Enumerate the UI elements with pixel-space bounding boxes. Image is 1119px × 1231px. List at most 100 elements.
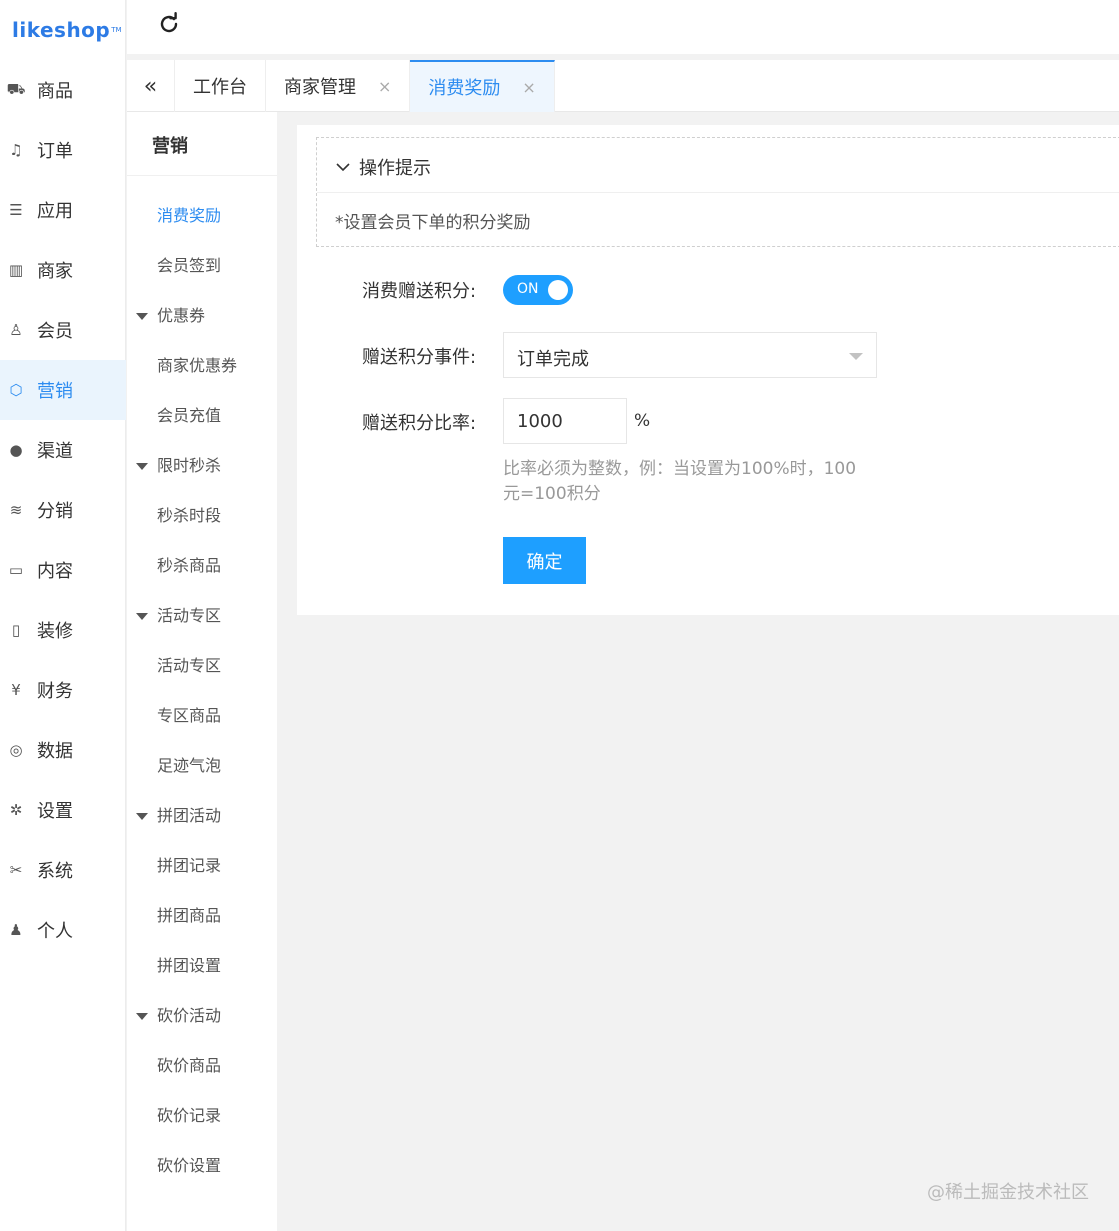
nav-item-14[interactable]: ♟ 个人 (0, 900, 126, 960)
tips-header[interactable]: 操作提示 (335, 154, 431, 180)
collapse-tabs-icon[interactable]: « (127, 60, 175, 112)
submenu-label: 活动专区 (157, 606, 222, 625)
submenu-group[interactable]: 砍价活动 (136, 1002, 221, 1026)
submenu-label: 活动专区 (157, 656, 222, 675)
submenu-item[interactable]: 活动专区 (157, 652, 221, 676)
refresh-icon[interactable] (157, 12, 181, 36)
submenu-group[interactable]: 限时秒杀 (136, 452, 221, 476)
nav-item-label: 分销 (37, 501, 73, 522)
top-bar (127, 0, 1119, 54)
nav-item-10[interactable]: ¥ 财务 (0, 660, 126, 720)
submenu-label: 砍价商品 (157, 1056, 222, 1075)
submenu-item[interactable]: 拼团记录 (157, 852, 221, 876)
event-select[interactable]: 订单完成 (503, 332, 877, 378)
tab-bar: « 工作台 商家管理 × 消费奖励 × (127, 60, 1119, 112)
submenu-label: 商家优惠券 (157, 356, 238, 375)
submenu-item[interactable]: 会员签到 (157, 252, 221, 276)
store-icon: ▥ (8, 261, 24, 279)
submenu-label: 拼团活动 (157, 806, 222, 825)
submenu-label: 优惠券 (157, 306, 206, 325)
submenu-item[interactable]: 消费奖励 (157, 202, 221, 226)
event-label: 赠送积分事件: (362, 347, 477, 368)
chevron-down-icon (336, 163, 350, 172)
nav-item-label: 营销 (37, 381, 73, 402)
nav-item-1[interactable]: ♫ 订单 (0, 120, 126, 180)
rate-hint: 比率必须为整数，例：当设置为100%时，100 元=100积分 (503, 457, 873, 507)
tips-panel: 操作提示 *设置会员下单的积分奖励 (316, 137, 1119, 247)
nav-item-3[interactable]: ▥ 商家 (0, 240, 126, 300)
logo-tm: TM (111, 26, 122, 34)
nav-item-label: 内容 (37, 561, 73, 582)
submenu-item[interactable]: 商家优惠券 (157, 352, 237, 376)
nav-item-0[interactable]: ⛟ 商品 (0, 60, 126, 120)
submenu-item[interactable]: 专区商品 (157, 702, 221, 726)
nav-item-2[interactable]: ☰ 应用 (0, 180, 126, 240)
submenu-group[interactable]: 优惠券 (136, 302, 205, 326)
tab-2[interactable]: 消费奖励 × (410, 60, 555, 112)
layers-icon: ≋ (9, 501, 23, 519)
submenu-item[interactable]: 拼团设置 (157, 952, 221, 976)
switch-knob (548, 280, 568, 300)
nav-item-9[interactable]: ▯ 装修 (0, 600, 126, 660)
nav-item-label: 装修 (37, 621, 73, 642)
nav-item-8[interactable]: ▭ 内容 (0, 540, 126, 600)
caret-down-icon (849, 353, 863, 360)
nav-item-5[interactable]: ⬡ 营销 (0, 360, 126, 420)
submenu-group[interactable]: 拼团活动 (136, 802, 221, 826)
nav-item-7[interactable]: ≋ 分销 (0, 480, 126, 540)
yen-icon: ¥ (11, 681, 21, 699)
tablet-icon: ▯ (11, 621, 21, 639)
submenu-title: 营销 (152, 136, 188, 157)
submenu-label: 拼团设置 (157, 956, 222, 975)
caret-down-icon (136, 313, 148, 320)
nav-item-4[interactable]: ♙ 会员 (0, 300, 126, 360)
tab-1[interactable]: 商家管理 × (266, 60, 411, 112)
switch-text: ON (517, 281, 539, 297)
submenu-item[interactable]: 砍价记录 (157, 1102, 221, 1126)
close-icon[interactable]: × (522, 78, 535, 97)
close-icon[interactable]: × (378, 77, 391, 96)
event-select-value: 订单完成 (517, 349, 589, 370)
rate-label: 赠送积分比率: (362, 413, 477, 434)
nav-item-label: 渠道 (37, 441, 73, 462)
bell-icon: ♫ (9, 141, 23, 159)
submenu: 营销 消费奖励 会员签到 优惠券 商家优惠券 会员充值 限时秒杀 秒杀时段 秒杀商品 活动专区活… (127, 112, 277, 1231)
book-icon: ▭ (8, 561, 24, 579)
tab-0[interactable]: 工作台 (175, 60, 266, 112)
submenu-label: 拼团商品 (157, 906, 222, 925)
caret-down-icon (136, 813, 148, 820)
submenu-item[interactable]: 砍价商品 (157, 1052, 221, 1076)
person-icon: ♟ (9, 921, 23, 939)
submenu-item[interactable]: 秒杀商品 (157, 552, 221, 576)
submit-button[interactable]: 确定 (503, 537, 586, 584)
nav-item-label: 财务 (37, 681, 73, 702)
submenu-label: 拼团记录 (157, 856, 222, 875)
submenu-item[interactable]: 砍价设置 (157, 1152, 221, 1176)
nav-item-6[interactable]: ● 渠道 (0, 420, 126, 480)
submenu-item[interactable]: 秒杀时段 (157, 502, 221, 526)
logo[interactable]: likeshop TM (0, 0, 125, 60)
cube-icon: ⬡ (9, 381, 23, 399)
caret-down-icon (136, 1013, 148, 1020)
submenu-item[interactable]: 足迹气泡 (157, 752, 221, 776)
nav-item-label: 设置 (37, 801, 73, 822)
nav-item-11[interactable]: ◎ 数据 (0, 720, 126, 780)
nav-item-label: 商家 (37, 261, 73, 282)
submenu-group[interactable]: 活动专区 (136, 602, 221, 626)
submenu-divider (127, 175, 277, 176)
rate-input-value: 1000 (517, 411, 563, 432)
list-icon: ☰ (9, 201, 23, 219)
logo-text: likeshop (12, 18, 111, 42)
settings-card: 操作提示 *设置会员下单的积分奖励 消费赠送积分: ON 赠送积分事件: 订单完… (297, 125, 1119, 615)
tab-label: 工作台 (193, 77, 247, 98)
rate-input[interactable]: 1000 (503, 398, 627, 444)
nav-item-13[interactable]: ✂ 系统 (0, 840, 126, 900)
submenu-label: 砍价活动 (157, 1006, 222, 1025)
nav-item-12[interactable]: ✲ 设置 (0, 780, 126, 840)
tips-text: *设置会员下单的积分奖励 (335, 213, 531, 233)
submenu-item[interactable]: 会员充值 (157, 402, 221, 426)
rate-unit: % (634, 411, 651, 431)
submenu-item[interactable]: 拼团商品 (157, 902, 221, 926)
points-switch[interactable]: ON (503, 275, 573, 305)
submenu-label: 秒杀商品 (157, 556, 222, 575)
